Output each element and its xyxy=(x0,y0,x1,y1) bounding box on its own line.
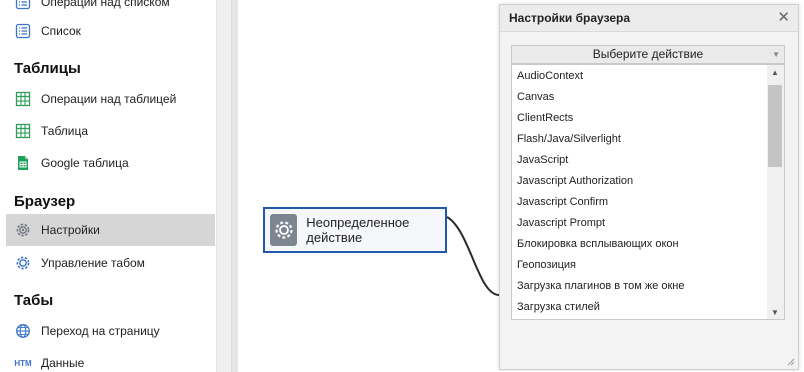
close-icon[interactable]: ✕ xyxy=(777,8,790,26)
undefined-action-node[interactable]: Неопределенное действие xyxy=(263,207,447,253)
list-item[interactable]: Flash/Java/Silverlight xyxy=(517,129,621,150)
list-scrollbar[interactable]: ▲ ▼ xyxy=(767,65,784,319)
list-item[interactable]: AudioContext xyxy=(517,66,583,87)
list-item[interactable]: JavaScript xyxy=(517,150,568,171)
browser-settings-dialog: Настройки браузера ✕ Выберите действие ▼… xyxy=(499,4,799,370)
dialog-titlebar[interactable]: Настройки браузера ✕ xyxy=(500,5,798,32)
list-item[interactable]: Геопозиция xyxy=(517,255,576,276)
action-dropdown-list[interactable]: AudioContext Canvas ClientRects Flash/Ja… xyxy=(511,64,785,320)
gear-icon xyxy=(270,214,298,246)
dialog-title: Настройки браузера xyxy=(509,11,631,25)
list-item[interactable]: Javascript Prompt xyxy=(517,213,605,234)
list-item[interactable]: Javascript Confirm xyxy=(517,192,608,213)
scroll-up-icon[interactable]: ▲ xyxy=(771,68,779,77)
list-item[interactable]: Блокировка всплывающих окон xyxy=(517,234,679,255)
list-item[interactable]: ClientRects xyxy=(517,108,573,129)
scrollbar-thumb[interactable] xyxy=(768,85,782,167)
scroll-down-icon[interactable]: ▼ xyxy=(771,308,779,317)
action-select[interactable]: Выберите действие ▼ xyxy=(511,45,785,64)
resize-grip-icon[interactable] xyxy=(787,358,795,366)
list-item[interactable]: Javascript Authorization xyxy=(517,171,633,192)
list-item[interactable]: Загрузка стилей xyxy=(517,297,600,318)
node-label: Неопределенное действие xyxy=(306,215,410,245)
chevron-down-icon: ▼ xyxy=(772,50,780,59)
select-value: Выберите действие xyxy=(592,47,704,61)
list-item[interactable]: Canvas xyxy=(517,87,554,108)
list-item[interactable]: Загрузка плагинов в том же окне xyxy=(517,276,685,297)
